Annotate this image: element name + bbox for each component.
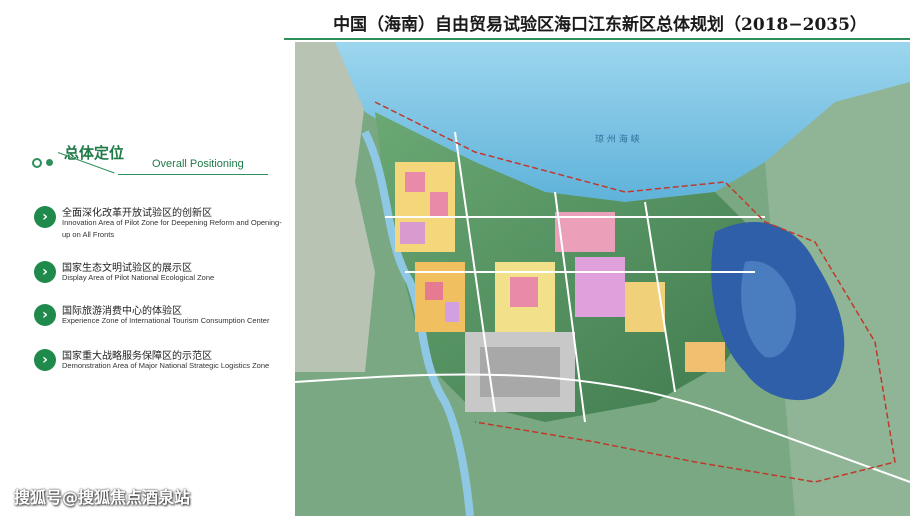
item-title-en: Experience Zone of International Tourism… bbox=[62, 316, 270, 325]
sea-label: 琼 州 海 峡 bbox=[595, 133, 640, 145]
chevron-right-icon: › bbox=[34, 261, 56, 283]
item-title-en: Innovation Area of Pilot Zone for Deepen… bbox=[62, 218, 282, 239]
section-divider bbox=[118, 174, 268, 175]
ring-icon bbox=[32, 158, 42, 168]
planning-map: 琼 州 海 峡 bbox=[295, 42, 910, 516]
chevron-right-icon: › bbox=[34, 349, 56, 371]
list-item: › 全面深化改革开放试验区的创新区 Innovation Area of Pil… bbox=[34, 204, 284, 239]
list-item: › 国家重大战略服务保障区的示范区 Demonstration Area of … bbox=[34, 347, 284, 373]
map-image: 琼 州 海 峡 bbox=[295, 42, 910, 516]
watermark: 搜狐号@搜狐焦点酒泉站 bbox=[14, 488, 191, 507]
list-item: › 国家生态文明试验区的展示区 Display Area of Pilot Na… bbox=[34, 259, 284, 285]
section-header: 总体定位 Overall Positioning bbox=[28, 138, 268, 182]
section-title-zh: 总体定位 bbox=[64, 144, 125, 162]
list-item: › 国际旅游消费中心的体验区 Experience Zone of Intern… bbox=[34, 302, 284, 328]
item-title-en: Display Area of Pilot National Ecologica… bbox=[62, 273, 215, 282]
dot-icon bbox=[46, 159, 53, 166]
chevron-right-icon: › bbox=[34, 206, 56, 228]
title-underline bbox=[284, 38, 910, 40]
section-title-en: Overall Positioning bbox=[152, 158, 244, 170]
page-title: 中国（海南）自由贸易试验区海口江东新区总体规划（2018−2035） bbox=[333, 15, 867, 35]
item-title-en: Demonstration Area of Major National Str… bbox=[62, 361, 270, 370]
chevron-right-icon: › bbox=[34, 304, 56, 326]
